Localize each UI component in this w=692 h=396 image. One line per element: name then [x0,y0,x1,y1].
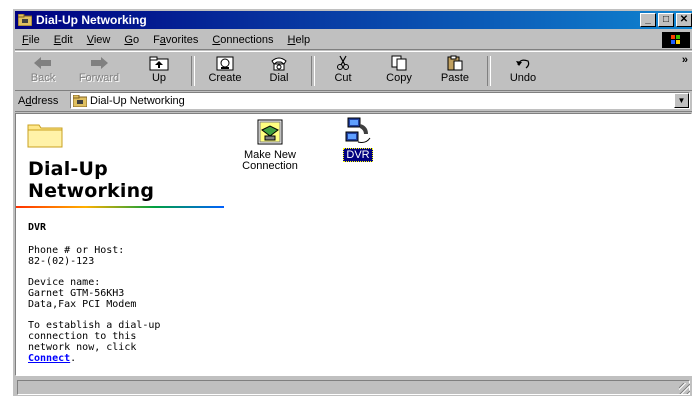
close-button[interactable]: ✕ [676,13,692,27]
undo-arrow-icon [512,55,534,71]
dialup-connection-icon [342,116,374,148]
dialup-folder-icon [72,94,88,107]
scissors-icon [332,55,354,71]
connect-instructions: To establish a dial-up connection to this… [28,320,161,364]
menu-bar: File Edit View Go Favorites Connections … [15,31,692,50]
up-button[interactable]: Up [133,54,185,88]
address-value: Dial-Up Networking [90,94,185,107]
folder-icon [27,120,63,148]
toolbar-separator [311,56,315,86]
connect-link[interactable]: Connect [28,353,70,364]
back-button[interactable]: Back [17,54,69,88]
device-info: Device name: Garnet GTM-56KH3 Data,Fax PCI… [28,277,137,310]
windows-logo-icon [662,32,690,48]
undo-button[interactable]: Undo [497,54,549,88]
menu-view[interactable]: View [80,34,118,46]
menu-help[interactable]: Help [281,34,318,46]
title-bar[interactable]: Dial-Up Networking _ □ ✕ [15,11,692,29]
copy-icon [388,55,410,71]
back-arrow-icon [32,55,54,71]
dvr-connection-item[interactable]: DVR [321,116,395,162]
menu-go[interactable]: Go [117,34,146,46]
window-title: Dial-Up Networking [36,13,147,27]
minimize-button[interactable]: _ [640,13,656,27]
status-pane [17,380,690,395]
maximize-button[interactable]: □ [658,13,674,27]
phone-info: Phone # or Host: 82-(02)-123 [28,245,125,267]
status-bar [15,378,692,396]
toolbar-separator [487,56,491,86]
menu-edit[interactable]: Edit [47,34,80,46]
toolbar-chevron-button[interactable]: » [682,54,688,66]
address-label: Address [18,95,59,107]
folder-view: Dial-Up Networking DVR Phone # or Host: 8… [15,113,692,376]
dial-button[interactable]: Dial [253,54,305,88]
resize-grip-icon[interactable] [679,383,690,394]
page-title: Dial-Up Networking [28,158,155,202]
address-field[interactable]: Dial-Up Networking ▼ [70,92,690,109]
icon-label: DVR [321,148,395,162]
create-button[interactable]: Create [199,54,251,88]
connection-details: DVR Phone # or Host: 82-(02)-123 Device n… [28,222,228,374]
explorer-window: Dial-Up Networking _ □ ✕ File Edit View … [11,7,692,396]
create-connection-icon [214,55,236,71]
menu-favorites[interactable]: Favorites [146,34,205,46]
web-view-panel: Dial-Up Networking DVR Phone # or Host: 8… [16,114,228,375]
address-bar: Address Dial-Up Networking ▼ [15,91,692,112]
divider [16,206,224,208]
icon-label: Make New Connection [242,149,298,172]
forward-button[interactable]: Forward [73,54,125,88]
menu-file[interactable]: File [15,34,47,46]
toolbar-separator [191,56,195,86]
menu-connections[interactable]: Connections [205,34,280,46]
paste-clipboard-icon [444,55,466,71]
dialup-folder-icon [17,13,33,27]
paste-button[interactable]: Paste [429,54,481,88]
selected-connection-name: DVR [28,222,47,233]
address-dropdown-button[interactable]: ▼ [674,93,689,108]
copy-button[interactable]: Copy [373,54,425,88]
make-new-connection-icon [254,116,286,148]
up-folder-icon [148,55,170,71]
make-new-connection-item[interactable]: Make New Connection [233,116,307,172]
cut-button[interactable]: Cut [317,54,369,88]
standard-toolbar: Back Forward Up Create Dial Cut Copy Pas… [15,51,692,91]
dial-phone-icon [268,55,290,71]
forward-arrow-icon [88,55,110,71]
